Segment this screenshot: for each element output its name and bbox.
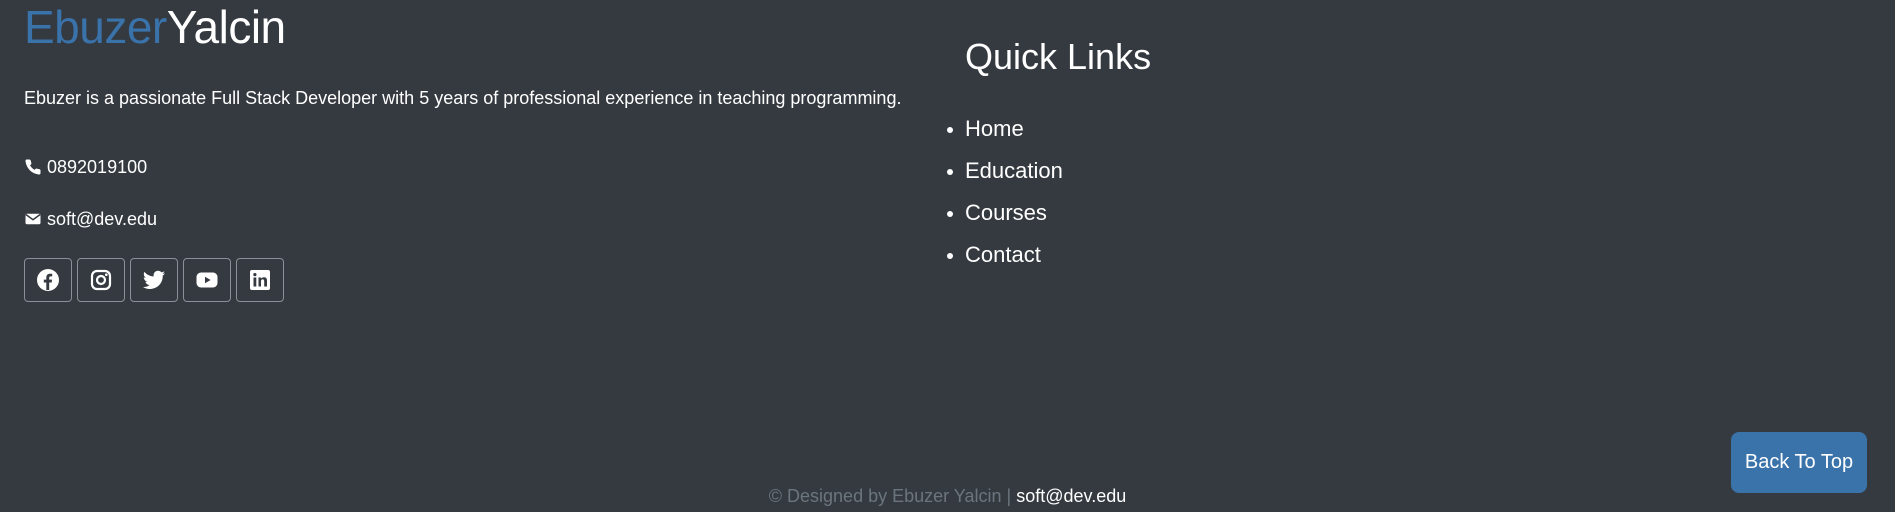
youtube-icon <box>196 272 218 288</box>
linkedin-icon <box>250 270 270 290</box>
envelope-icon <box>24 210 42 228</box>
quick-links-heading: Quick Links <box>965 36 1152 77</box>
twitter-icon <box>143 270 165 290</box>
phone-contact: 0892019100 <box>24 155 147 179</box>
footer-credit: © Designed by Ebuzer Yalcin | soft@dev.e… <box>0 484 1895 508</box>
quick-link-contact[interactable]: Contact <box>947 240 1063 270</box>
quick-link-education[interactable]: Education <box>947 156 1063 186</box>
phone-number: 0892019100 <box>47 157 148 177</box>
footer-email-link[interactable]: soft@dev.edu <box>1016 486 1126 506</box>
email-contact: soft@dev.edu <box>24 207 157 231</box>
phone-icon <box>24 158 42 176</box>
brand-first-name: Ebuzer <box>24 1 167 53</box>
instagram-button[interactable] <box>77 258 125 302</box>
linkedin-button[interactable] <box>236 258 284 302</box>
quick-link-home[interactable]: Home <box>947 114 1063 144</box>
brand-last-name: Yalcin <box>166 1 286 53</box>
quick-link-courses[interactable]: Courses <box>947 198 1063 228</box>
youtube-button[interactable] <box>183 258 231 302</box>
facebook-icon <box>37 269 59 291</box>
twitter-button[interactable] <box>130 258 178 302</box>
instagram-icon <box>90 269 112 291</box>
footer-separator: | <box>1006 486 1012 506</box>
facebook-button[interactable] <box>24 258 72 302</box>
brand-logo[interactable]: EbuzerYalcin <box>24 0 286 54</box>
social-links <box>24 258 284 302</box>
about-text: Ebuzer is a passionate Full Stack Develo… <box>24 88 902 108</box>
email-address: soft@dev.edu <box>47 209 158 229</box>
quick-links-list: Home Education Courses Contact <box>947 114 1063 282</box>
footer-credit-text: © Designed by Ebuzer Yalcin <box>768 486 1002 506</box>
